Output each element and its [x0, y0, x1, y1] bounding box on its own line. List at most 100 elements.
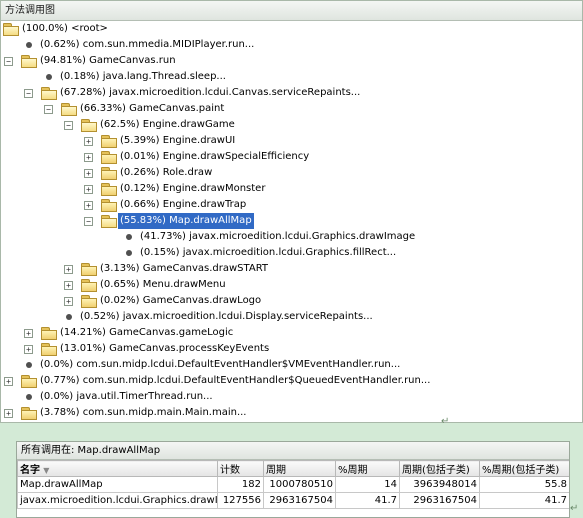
tree-row-label: (0.65%) Menu.drawMenu — [100, 279, 226, 290]
expand-toggle-icon[interactable]: + — [64, 265, 73, 274]
folder-open-icon — [41, 87, 57, 100]
tree-row-label: (100.0%) <root> — [22, 23, 108, 34]
tree-row-label: (5.39%) Engine.drawUI — [120, 135, 236, 146]
expand-toggle-icon[interactable]: + — [84, 185, 93, 194]
tree-row-label: (0.0%) com.sun.midp.lcdui.DefaultEventHa… — [40, 359, 401, 370]
tree-row-label: (0.62%) com.sun.mmedia.MIDIPlayer.run... — [40, 39, 255, 50]
column-header-cycles-inclusive[interactable]: 周期(包括子类) — [399, 460, 480, 477]
tree-row[interactable]: + (0.02%) GameCanvas.drawLogo — [1, 293, 582, 309]
tree-row[interactable]: − (94.81%) GameCanvas.run — [1, 53, 582, 69]
collapse-toggle-icon[interactable]: − — [64, 121, 73, 130]
tree-row[interactable]: + (0.77%) com.sun.midp.lcdui.DefaultEvent… — [1, 373, 582, 389]
tree-row[interactable]: + (14.21%) GameCanvas.gameLogic — [1, 325, 582, 341]
tree-row[interactable]: − (55.83%) Map.drawAllMap — [1, 213, 582, 229]
tree-row[interactable]: (0.0%) java.util.TimerThread.run... — [1, 389, 582, 405]
call-tree: (100.0%) <root> (0.62%) com.sun.mmedia.MI… — [1, 21, 582, 422]
tree-row-label: (0.66%) Engine.drawTrap — [120, 199, 247, 210]
expand-toggle-icon[interactable]: + — [24, 329, 33, 338]
tree-row[interactable]: + (0.12%) Engine.drawMonster — [1, 181, 582, 197]
expand-toggle-icon[interactable]: + — [64, 297, 73, 306]
tree-row[interactable]: + (0.01%) Engine.drawSpecialEfficiency — [1, 149, 582, 165]
column-header-count[interactable]: 计数 — [217, 460, 264, 477]
expand-toggle-icon[interactable]: + — [24, 345, 33, 354]
callers-title: 所有调用在: Map.drawAllMap — [17, 442, 569, 460]
call-graph-title: 方法调用图 — [1, 1, 582, 21]
folder-open-icon — [61, 103, 77, 116]
tree-row-label: (62.5%) Engine.drawGame — [100, 119, 235, 130]
folder-icon — [101, 183, 117, 196]
folder-icon — [81, 295, 97, 308]
expand-toggle-icon[interactable]: + — [84, 153, 93, 162]
collapse-toggle-icon[interactable]: − — [44, 105, 53, 114]
tree-row-label: (3.78%) com.sun.midp.main.Main.main... — [40, 407, 247, 418]
folder-icon — [21, 407, 37, 420]
expand-toggle-icon[interactable]: + — [84, 201, 93, 210]
folder-open-icon — [101, 215, 117, 228]
tree-row-label: (0.77%) com.sun.midp.lcdui.DefaultEventH… — [40, 375, 431, 386]
expand-toggle-icon[interactable]: + — [64, 281, 73, 290]
tree-row[interactable]: + (0.66%) Engine.drawTrap — [1, 197, 582, 213]
folder-icon — [101, 167, 117, 180]
expand-toggle-icon[interactable]: + — [4, 377, 13, 386]
cell-cycles: 1000780510 — [263, 476, 336, 493]
tree-row[interactable]: (0.18%) java.lang.Thread.sleep... — [1, 69, 582, 85]
collapse-toggle-icon[interactable]: − — [24, 89, 33, 98]
tree-row[interactable]: + (3.13%) GameCanvas.drawSTART — [1, 261, 582, 277]
table-row[interactable]: javax.microedition.lcdui.Graphics.drawIm… — [17, 492, 569, 509]
tree-row[interactable]: + (3.78%) com.sun.midp.main.Main.main... — [1, 405, 582, 421]
tree-row-label-selected: (55.83%) Map.drawAllMap — [118, 213, 254, 229]
folder-icon — [101, 135, 117, 148]
expand-toggle-icon[interactable]: + — [84, 169, 93, 178]
tree-row[interactable]: (0.15%) javax.microedition.lcdui.Graphic… — [1, 245, 582, 261]
leaf-bullet-icon — [126, 250, 132, 256]
column-header-cycle-percent[interactable]: %周期 — [335, 460, 400, 477]
folder-icon — [81, 279, 97, 292]
tree-row[interactable]: + (13.01%) GameCanvas.processKeyEvents — [1, 341, 582, 357]
cell-cycle-percent-inclusive: 55.8 — [479, 476, 569, 493]
leaf-bullet-icon — [126, 234, 132, 240]
expand-toggle-icon[interactable]: + — [4, 409, 13, 418]
cell-cycles: 2963167504 — [263, 492, 336, 509]
table-row[interactable]: Map.drawAllMap 182 1000780510 14 3963948… — [17, 476, 569, 493]
tree-row[interactable]: + (0.65%) Menu.drawMenu — [1, 277, 582, 293]
folder-icon — [41, 343, 57, 356]
leaf-bullet-icon — [26, 394, 32, 400]
callers-table-header: 名字 ▼ 计数 周期 %周期 周期(包括子类) %周期(包括子类) — [17, 460, 569, 477]
tree-row-label: (14.21%) GameCanvas.gameLogic — [60, 327, 234, 338]
folder-icon — [21, 375, 37, 388]
cell-name: javax.microedition.lcdui.Graphics.drawIm… — [17, 492, 218, 509]
tree-row[interactable]: (41.73%) javax.microedition.lcdui.Graphi… — [1, 229, 582, 245]
folder-icon — [101, 151, 117, 164]
leaf-bullet-icon — [26, 42, 32, 48]
tree-row[interactable]: − (67.28%) javax.microedition.lcdui.Canva… — [1, 85, 582, 101]
tree-row-label: (3.13%) GameCanvas.drawSTART — [100, 263, 269, 274]
tree-row[interactable]: − (66.33%) GameCanvas.paint — [1, 101, 582, 117]
column-header-cycle-percent-inclusive[interactable]: %周期(包括子类) — [479, 460, 569, 477]
paragraph-mark: ↵ — [570, 503, 579, 514]
folder-open-icon — [81, 119, 97, 132]
tree-row-label: (0.15%) javax.microedition.lcdui.Graphic… — [140, 247, 397, 258]
callers-panel: 所有调用在: Map.drawAllMap 名字 ▼ 计数 周期 %周期 周期(… — [16, 441, 570, 518]
leaf-bullet-icon — [66, 314, 72, 320]
tree-row[interactable]: (0.0%) com.sun.midp.lcdui.DefaultEventHa… — [1, 357, 582, 373]
tree-row-label: (41.73%) javax.microedition.lcdui.Graphi… — [140, 231, 416, 242]
tree-row[interactable]: (100.0%) <root> — [1, 21, 582, 37]
tree-row-label: (67.28%) javax.microedition.lcdui.Canvas… — [60, 87, 361, 98]
cell-cycle-percent: 41.7 — [335, 492, 400, 509]
tree-row-label: (66.33%) GameCanvas.paint — [80, 103, 225, 114]
column-header-cycles[interactable]: 周期 — [263, 460, 336, 477]
tree-row[interactable]: + (5.39%) Engine.drawUI — [1, 133, 582, 149]
folder-open-icon — [3, 23, 19, 36]
collapse-toggle-icon[interactable]: − — [4, 57, 13, 66]
column-header-name[interactable]: 名字 ▼ — [17, 460, 218, 477]
tree-row-label: (0.26%) Role.draw — [120, 167, 213, 178]
cell-count: 127556 — [217, 492, 264, 509]
tree-row[interactable]: − (62.5%) Engine.drawGame — [1, 117, 582, 133]
cell-cycle-percent-inclusive: 41.7 — [479, 492, 569, 509]
tree-row[interactable]: (0.52%) javax.microedition.lcdui.Display… — [1, 309, 582, 325]
tree-row[interactable]: + (0.26%) Role.draw — [1, 165, 582, 181]
collapse-toggle-icon[interactable]: − — [84, 217, 93, 226]
expand-toggle-icon[interactable]: + — [84, 137, 93, 146]
tree-row[interactable]: (0.62%) com.sun.mmedia.MIDIPlayer.run... — [1, 37, 582, 53]
callers-table: 名字 ▼ 计数 周期 %周期 周期(包括子类) %周期(包括子类) Map.dr… — [17, 460, 569, 509]
